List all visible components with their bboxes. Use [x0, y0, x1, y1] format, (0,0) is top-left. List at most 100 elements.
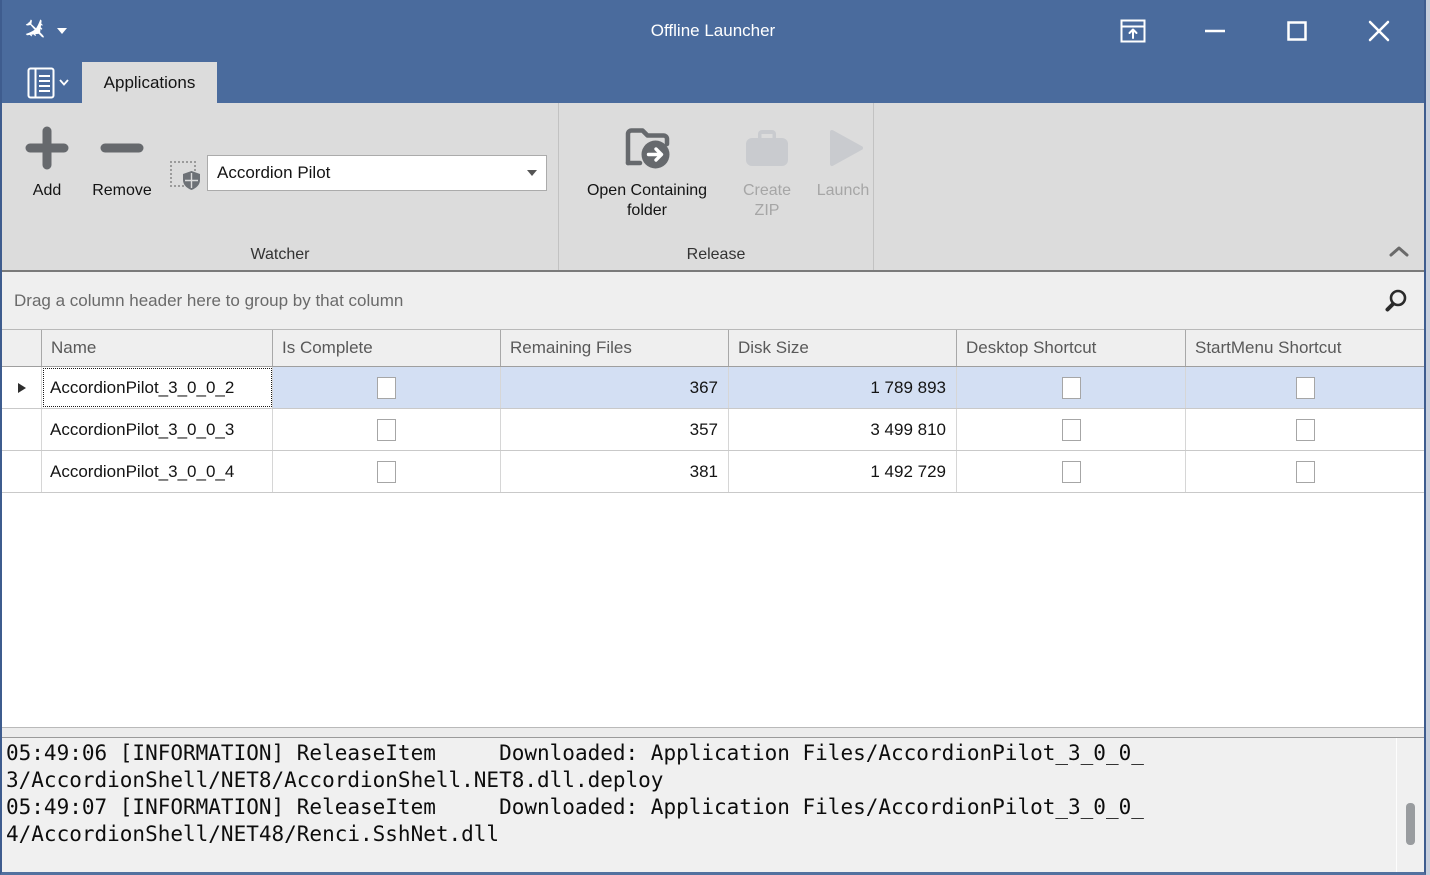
remaining-files-cell[interactable]: 381	[501, 451, 729, 492]
play-icon	[820, 125, 866, 171]
disk-size-cell[interactable]: 3 499 810	[729, 409, 957, 450]
ribbon-group-release: Open Containing folder Create ZIP	[559, 103, 874, 270]
ribbon-display-options-button[interactable]	[1110, 9, 1156, 53]
desktop-shortcut-checkbox[interactable]	[1062, 377, 1081, 399]
startmenu-shortcut-cell[interactable]	[1186, 451, 1424, 492]
ribbon: Add Remove Accordion Pilot	[2, 103, 1424, 270]
chevron-down-icon[interactable]	[527, 170, 537, 176]
disk-size-cell[interactable]: 1 492 729	[729, 451, 957, 492]
row-indicator[interactable]	[2, 367, 42, 408]
remove-button[interactable]: Remove	[84, 115, 160, 201]
remaining-files-cell[interactable]: 357	[501, 409, 729, 450]
ribbon-tab-row: Applications	[2, 62, 1424, 103]
is-complete-cell[interactable]	[273, 409, 501, 450]
close-button[interactable]	[1356, 9, 1402, 53]
application-menu-icon	[27, 67, 55, 99]
startmenu-shortcut-checkbox[interactable]	[1296, 419, 1315, 441]
name-cell[interactable]: AccordionPilot_3_0_0_2	[42, 367, 273, 408]
application-selector-combobox[interactable]: Accordion Pilot	[207, 155, 547, 191]
startmenu-shortcut-checkbox[interactable]	[1296, 461, 1315, 483]
open-folder-icon	[618, 121, 676, 175]
column-header-name[interactable]: Name	[42, 330, 273, 366]
create-zip-label: Create ZIP	[737, 181, 797, 221]
log-line: 05:49:07 [INFORMATION] ReleaseItem Downl…	[6, 794, 1424, 821]
watcher-group-caption: Watcher	[2, 246, 558, 264]
airplane-icon: ✈	[15, 12, 54, 51]
ribbon-group-watcher: Add Remove Accordion Pilot	[2, 103, 559, 270]
desktop-shortcut-cell[interactable]	[957, 409, 1186, 450]
log-scrollbar[interactable]	[1396, 738, 1424, 872]
minus-icon	[99, 125, 145, 171]
row-indicator[interactable]	[2, 451, 42, 492]
open-containing-folder-label: Open Containing folder	[571, 181, 723, 221]
log-splitter[interactable]	[2, 727, 1424, 737]
ribbon-display-options-icon	[1120, 19, 1146, 43]
disk-size-cell[interactable]: 1 789 893	[729, 367, 957, 408]
plus-icon	[24, 125, 70, 171]
release-group-caption: Release	[559, 246, 873, 264]
maximize-icon	[1287, 21, 1307, 41]
maximize-button[interactable]	[1274, 9, 1320, 53]
add-button[interactable]: Add	[18, 115, 76, 201]
name-cell[interactable]: AccordionPilot_3_0_0_4	[42, 451, 273, 492]
table-row[interactable]: AccordionPilot_3_0_0_3 357 3 499 810	[2, 409, 1424, 451]
column-header-startmenu-shortcut[interactable]: StartMenu Shortcut	[1186, 330, 1424, 366]
application-selector-value: Accordion Pilot	[208, 163, 527, 183]
group-by-panel[interactable]: Drag a column header here to group by th…	[2, 270, 1424, 330]
log-line: 3/AccordionShell/NET8/AccordionShell.NET…	[6, 767, 1424, 794]
desktop-shortcut-cell[interactable]	[957, 367, 1186, 408]
qat-dropdown-caret-icon[interactable]	[57, 28, 67, 34]
group-by-panel-text: Drag a column header here to group by th…	[14, 291, 403, 311]
is-complete-checkbox[interactable]	[377, 461, 396, 483]
remove-button-label: Remove	[92, 181, 152, 201]
offline-launcher-window: ✈ Offline Launcher	[0, 0, 1426, 875]
startmenu-shortcut-checkbox[interactable]	[1296, 377, 1315, 399]
launch-label: Launch	[817, 181, 870, 201]
startmenu-shortcut-cell[interactable]	[1186, 367, 1424, 408]
application-menu-caret-icon	[59, 79, 69, 86]
table-row[interactable]: AccordionPilot_3_0_0_4 381 1 492 729	[2, 451, 1424, 493]
suitcase-icon	[741, 125, 793, 171]
titlebar: ✈ Offline Launcher	[2, 0, 1424, 62]
remaining-files-cell[interactable]: 367	[501, 367, 729, 408]
desktop-shortcut-checkbox[interactable]	[1062, 461, 1081, 483]
column-header-remaining-files[interactable]: Remaining Files	[501, 330, 729, 366]
log-scrollbar-thumb[interactable]	[1406, 803, 1415, 845]
log-panel: 05:49:06 [INFORMATION] ReleaseItem Downl…	[2, 737, 1424, 872]
row-arrow-icon	[18, 383, 26, 393]
is-complete-checkbox[interactable]	[377, 419, 396, 441]
open-containing-folder-button[interactable]: Open Containing folder	[571, 115, 723, 221]
desktop-shortcut-checkbox[interactable]	[1062, 419, 1081, 441]
is-complete-checkbox[interactable]	[377, 377, 396, 399]
quick-access-toolbar[interactable]: ✈	[22, 16, 67, 46]
table-row[interactable]: AccordionPilot_3_0_0_2 367 1 789 893	[2, 367, 1424, 409]
desktop-shortcut-cell[interactable]	[957, 451, 1186, 492]
minimize-button[interactable]	[1192, 9, 1238, 53]
application-menu-button[interactable]	[18, 62, 78, 103]
column-header-is-complete[interactable]: Is Complete	[273, 330, 501, 366]
launch-button[interactable]: Launch	[811, 115, 875, 201]
startmenu-shortcut-cell[interactable]	[1186, 409, 1424, 450]
column-header-desktop-shortcut[interactable]: Desktop Shortcut	[957, 330, 1186, 366]
search-button[interactable]	[1378, 272, 1414, 329]
window-buttons	[1074, 9, 1402, 53]
grid-column-headers: Name Is Complete Remaining Files Disk Si…	[2, 330, 1424, 367]
tab-applications[interactable]: Applications	[82, 62, 217, 103]
row-indicator[interactable]	[2, 409, 42, 450]
name-cell[interactable]: AccordionPilot_3_0_0_3	[42, 409, 273, 450]
shield-icon	[183, 171, 200, 190]
create-zip-button[interactable]: Create ZIP	[737, 115, 797, 221]
search-icon	[1383, 288, 1409, 314]
log-lines: 05:49:06 [INFORMATION] ReleaseItem Downl…	[2, 738, 1424, 848]
grid-empty-area	[2, 493, 1424, 727]
add-button-label: Add	[33, 181, 61, 201]
is-complete-cell[interactable]	[273, 367, 501, 408]
chevron-up-icon	[1389, 246, 1409, 257]
selection-marquee-icon	[170, 161, 196, 187]
column-header-disk-size[interactable]: Disk Size	[729, 330, 957, 366]
collapse-ribbon-button[interactable]	[1386, 240, 1412, 262]
ribbon-empty-area	[874, 103, 1424, 270]
is-complete-cell[interactable]	[273, 451, 501, 492]
minimize-icon	[1205, 29, 1225, 33]
log-line: 05:49:06 [INFORMATION] ReleaseItem Downl…	[6, 740, 1424, 767]
